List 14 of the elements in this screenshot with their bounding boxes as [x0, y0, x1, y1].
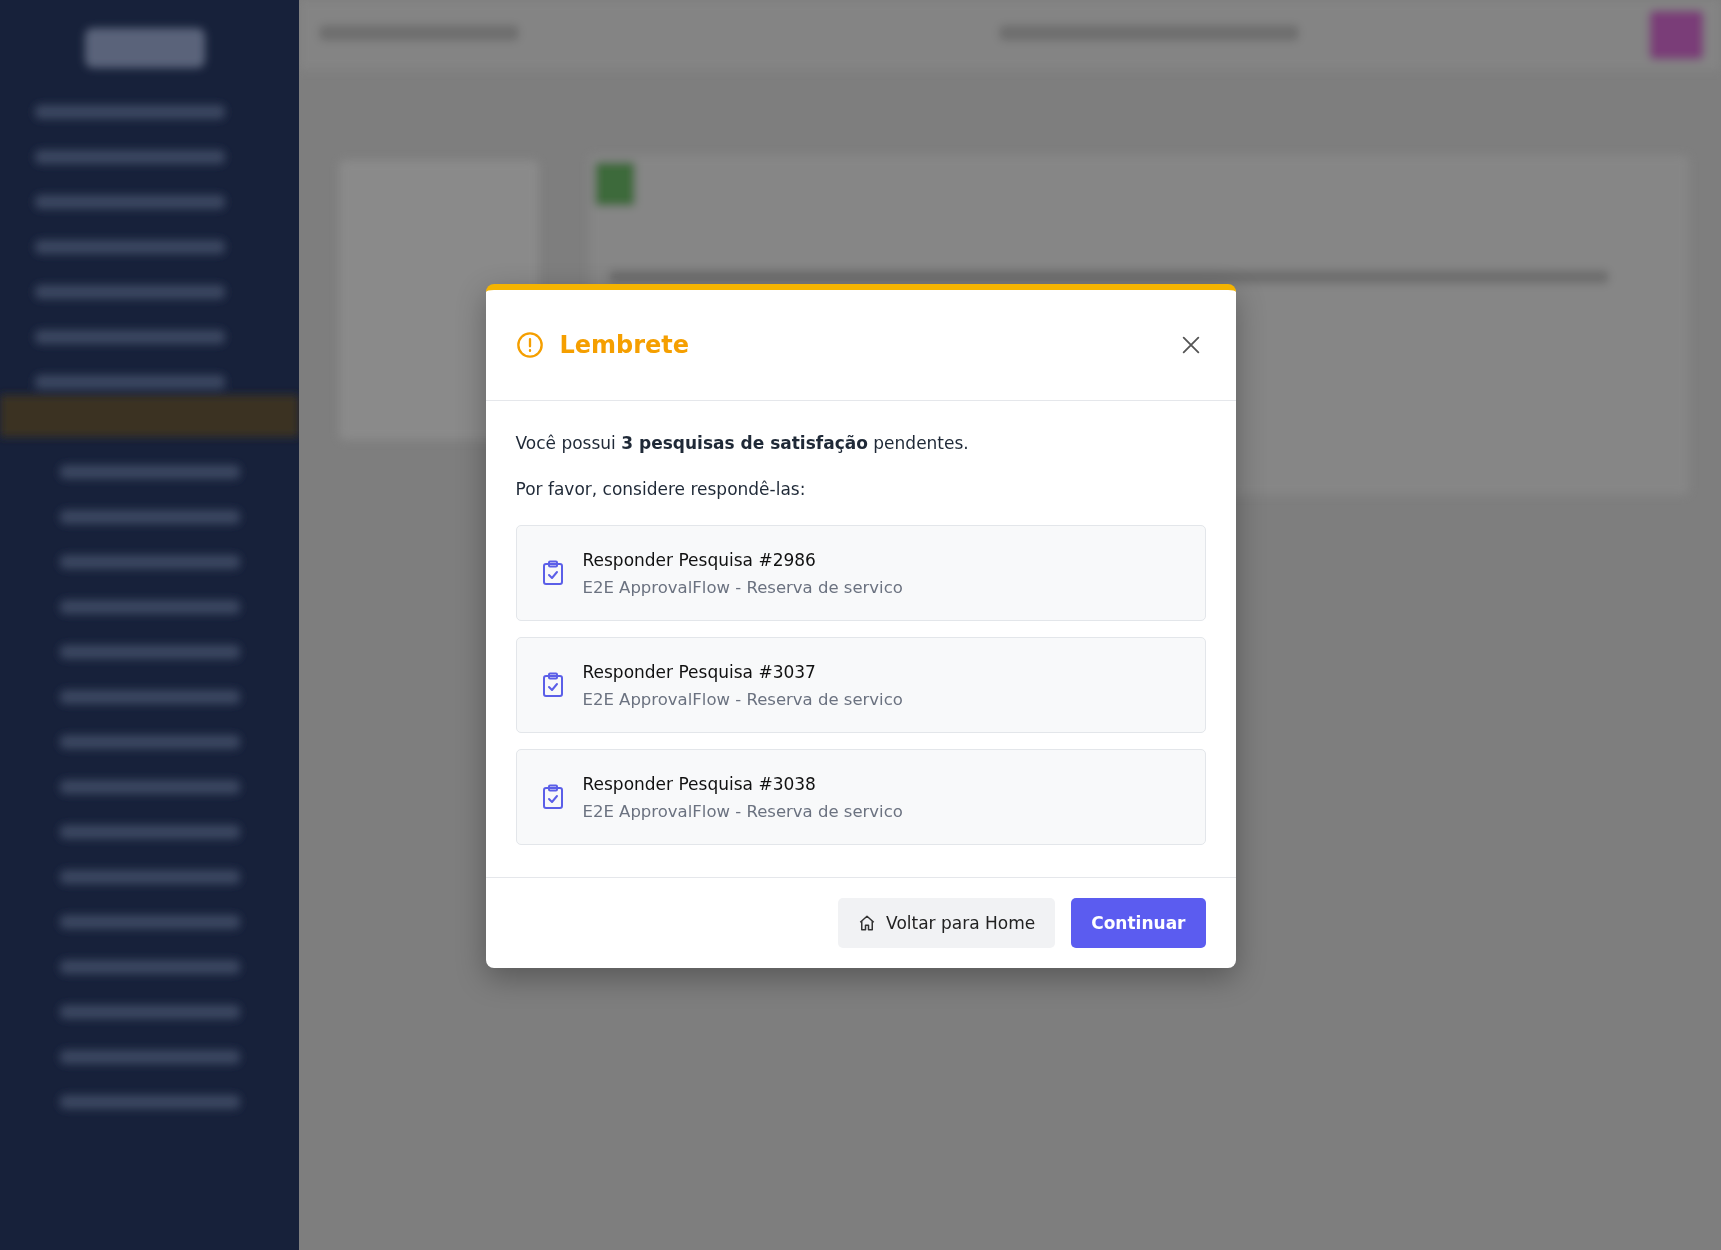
- survey-link[interactable]: Responder Pesquisa #3038 E2E ApprovalFlow - Reserva de servico: [515, 749, 1206, 845]
- survey-subtitle: E2E ApprovalFlow - Reserva de servico: [582, 801, 903, 821]
- intro-text: Você possui 3 pesquisas de satisfação pendentes.: [515, 433, 970, 453]
- dialog-title: Lembrete: [559, 331, 691, 359]
- survey-link[interactable]: Responder Pesquisa #3037 E2E ApprovalFlow - Reserva de servico: [515, 637, 1206, 733]
- survey-subtitle: E2E ApprovalFlow - Reserva de servico: [582, 577, 903, 597]
- survey-subtitle: E2E ApprovalFlow - Reserva de servico: [582, 689, 903, 709]
- survey-title: Responder Pesquisa #3038: [582, 773, 817, 794]
- prompt-text: Por favor, considere respondê-las:: [515, 479, 807, 499]
- survey-link[interactable]: Responder Pesquisa #2986 E2E ApprovalFlow - Reserva de servico: [515, 525, 1206, 621]
- continue-button[interactable]: Continuar: [1071, 898, 1206, 948]
- survey-title: Responder Pesquisa #2986: [582, 549, 817, 570]
- survey-title: Responder Pesquisa #3037: [582, 661, 817, 682]
- home-button[interactable]: Voltar para Home: [838, 898, 1056, 948]
